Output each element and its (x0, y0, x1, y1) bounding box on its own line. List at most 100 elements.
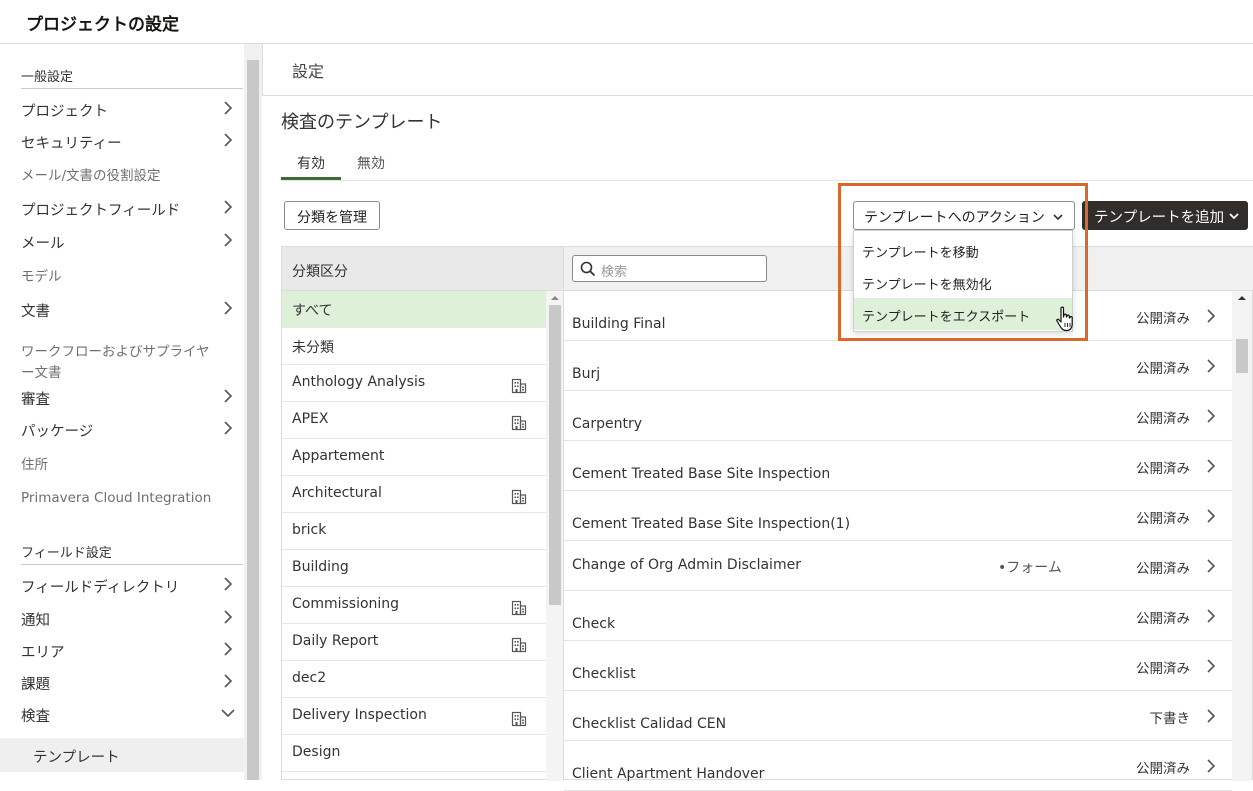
template-list-scroll-thumb[interactable] (1236, 339, 1248, 373)
category-row[interactable]: Delivery Inspection (282, 698, 546, 735)
sidebar-item[interactable]: 住所 (0, 447, 244, 477)
menu-item-label: テンプレートを移動 (862, 246, 979, 261)
chevron-right-icon[interactable] (1204, 509, 1218, 523)
chevron-right-icon[interactable] (1204, 559, 1218, 573)
sidebar-item[interactable]: 課題 (0, 667, 244, 697)
chevron-right-icon[interactable] (1204, 459, 1218, 473)
chevron-right-icon[interactable] (1204, 659, 1218, 673)
template-name: Building Final (572, 316, 666, 332)
menu-item-label: テンプレートをエクスポート (862, 310, 1031, 325)
template-row[interactable]: Carpentry 公開済み (564, 391, 1232, 441)
sidebar-item-label: ワークフローおよびサプライヤ (21, 344, 210, 360)
sidebar-item[interactable]: Primavera Cloud Integration (0, 484, 244, 514)
building-icon (511, 415, 527, 431)
template-row[interactable]: Change of Org Admin Disclaimer •フォーム 公開済み (564, 541, 1232, 591)
sidebar-item[interactable]: 文書 (0, 294, 244, 324)
menu-item-move-template[interactable]: テンプレートを移動 (854, 234, 1072, 266)
chevron-right-icon (224, 577, 233, 591)
category-scroll-thumb[interactable] (549, 305, 561, 605)
sidebar-item[interactable]: ワークフローおよびサプライヤ ー文書 (0, 334, 244, 381)
template-row[interactable]: Checklist 公開済み (564, 641, 1232, 691)
category-row[interactable]: 未分類 (282, 328, 546, 365)
sidebar-item[interactable]: 通知 (0, 603, 244, 633)
category-label: Daily Report (292, 633, 379, 649)
sidebar-scroll-thumb[interactable] (247, 60, 259, 780)
template-row[interactable]: Checklist Calidad CEN 下書き (564, 691, 1232, 741)
template-row[interactable]: Burj 公開済み (564, 341, 1232, 391)
search-input[interactable]: 検索 (572, 255, 767, 282)
sidebar-item-label: モデル (21, 269, 62, 285)
template-name: Check (572, 616, 616, 632)
chevron-right-icon (224, 610, 233, 624)
sidebar-item[interactable]: パッケージ (0, 414, 244, 444)
sidebar-subitem-templates[interactable]: テンプレート (0, 738, 244, 772)
category-row[interactable]: Commissioning (282, 587, 546, 624)
category-row[interactable]: dec2 (282, 661, 546, 698)
category-label: 未分類 (292, 340, 334, 356)
manage-categories-button[interactable]: 分類を管理 (284, 201, 380, 230)
building-icon (511, 637, 527, 653)
template-row[interactable]: Check 公開済み (564, 591, 1232, 641)
scroll-up-icon[interactable] (1237, 294, 1247, 302)
category-row[interactable]: APEX (282, 402, 546, 439)
template-name: Burj (572, 366, 601, 382)
sidebar-item[interactable]: モデル (0, 259, 244, 289)
template-name: Cement Treated Base Site Inspection(1) (572, 516, 851, 532)
category-row[interactable]: Daily Report (282, 624, 546, 661)
section-field-heading: フィールド設定 (21, 542, 243, 565)
main-content: 設定 検査のテンプレート 有効 無効 分類を管理 テンプレートへのアクション テ… (262, 44, 1253, 791)
chevron-right-icon[interactable] (1204, 309, 1218, 323)
category-row[interactable]: Appartement (282, 439, 546, 476)
add-template-button[interactable]: テンプレートを追加 (1082, 201, 1248, 230)
sidebar-item[interactable]: フィールドディレクトリ (0, 570, 244, 600)
sidebar-item[interactable]: メール/文書の役割設定 (0, 158, 244, 188)
chevron-right-icon[interactable] (1204, 409, 1218, 423)
category-label: brick (292, 522, 327, 538)
search-placeholder: 検索 (601, 265, 628, 280)
template-list-scrollbar[interactable] (1232, 291, 1252, 781)
category-label: Anthology Analysis (292, 374, 426, 390)
section-general-heading: 一般設定 (21, 66, 243, 89)
settings-label: 設定 (292, 62, 325, 81)
section-title: 検査のテンプレート (281, 112, 443, 133)
category-row[interactable]: Anthology Analysis (282, 365, 546, 402)
sidebar-item[interactable]: 審査 (0, 382, 244, 412)
template-row[interactable]: Cement Treated Base Site Inspection 公開済み (564, 441, 1232, 491)
chevron-right-icon[interactable] (1204, 709, 1218, 723)
sidebar-item-label: メール (21, 236, 65, 252)
category-row[interactable]: Design (282, 735, 546, 772)
tab-inactive[interactable]: 無効 (347, 144, 395, 180)
category-row[interactable]: すべて (282, 291, 546, 328)
sidebar-item[interactable]: 検査 (0, 699, 244, 729)
menu-item-disable-template[interactable]: テンプレートを無効化 (854, 266, 1072, 298)
tab-active[interactable]: 有効 (281, 144, 341, 180)
sidebar-item-label: プロジェクトフィールド (21, 203, 181, 219)
template-type-tag: •フォーム (998, 560, 1062, 576)
template-row[interactable]: Client Apartment Handover 公開済み (564, 741, 1232, 791)
sidebar-item[interactable]: エリア (0, 635, 244, 665)
category-row[interactable]: Architectural (282, 476, 546, 513)
hand-cursor-icon (1056, 306, 1073, 332)
menu-item-export-template[interactable]: テンプレートをエクスポート (854, 298, 1072, 330)
sidebar-item[interactable]: セキュリティー (0, 126, 244, 156)
top-bar: プロジェクトの設定 (0, 0, 1253, 44)
template-row[interactable]: Cement Treated Base Site Inspection(1) 公開… (564, 491, 1232, 541)
sidebar-item[interactable]: メール (0, 226, 244, 256)
chevron-right-icon[interactable] (1204, 359, 1218, 373)
template-name: Checklist Calidad CEN (572, 716, 727, 732)
chevron-right-icon[interactable] (1204, 759, 1218, 773)
template-actions-menu: テンプレートを移動 テンプレートを無効化 テンプレートをエクスポート (853, 230, 1073, 332)
sidebar-item[interactable]: プロジェクトフィールド (0, 193, 244, 223)
category-scrollbar[interactable] (546, 291, 564, 781)
template-actions-button[interactable]: テンプレートへのアクション (853, 201, 1075, 230)
template-status: 公開済み (1136, 611, 1190, 627)
scroll-up-icon[interactable] (550, 294, 560, 302)
chevron-right-icon (224, 133, 233, 147)
template-status: 公開済み (1136, 411, 1190, 427)
sidebar-item[interactable]: プロジェクト (0, 94, 244, 124)
chevron-right-icon (224, 101, 233, 115)
template-status: 公開済み (1136, 461, 1190, 477)
category-row[interactable]: Building (282, 550, 546, 587)
category-row[interactable]: brick (282, 513, 546, 550)
chevron-right-icon[interactable] (1204, 609, 1218, 623)
